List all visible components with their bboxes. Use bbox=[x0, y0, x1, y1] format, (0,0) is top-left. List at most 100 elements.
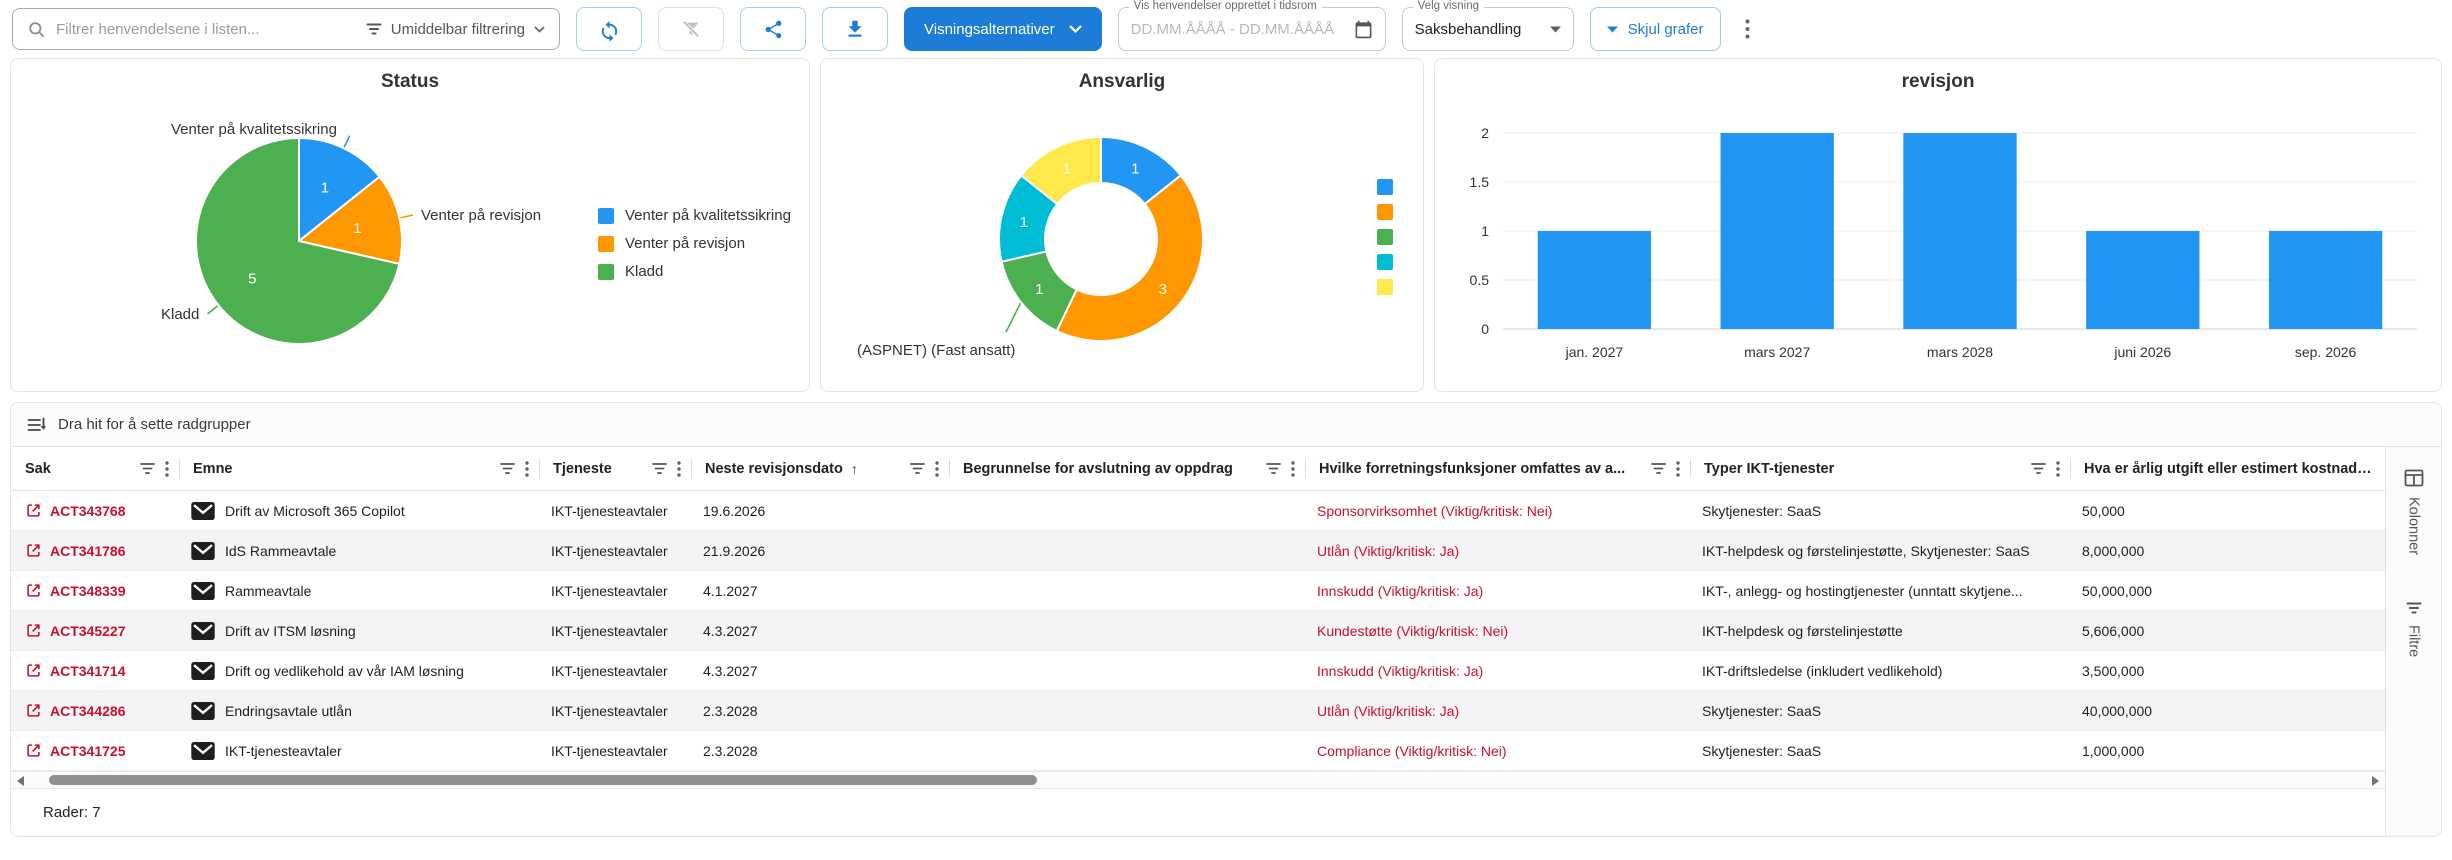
more-options-button[interactable] bbox=[1737, 13, 1758, 45]
cell-typer-ikt: IKT-helpdesk og førstelinjestøtte, Skytj… bbox=[1702, 542, 2030, 559]
cell-sak: ACT341714 bbox=[11, 651, 179, 690]
filter-icon[interactable] bbox=[1651, 462, 1666, 475]
table-row[interactable]: ACT345227 Drift av ITSM løsning IKT-tjenes… bbox=[11, 611, 2385, 651]
calendar-icon[interactable] bbox=[1354, 20, 1373, 39]
horizontal-scrollbar[interactable] bbox=[11, 771, 2385, 788]
search-filter-group[interactable]: Umiddelbar filtrering bbox=[12, 8, 560, 50]
refresh-button[interactable] bbox=[576, 7, 642, 51]
share-button[interactable] bbox=[740, 7, 806, 51]
legend-swatch bbox=[1377, 254, 1393, 270]
column-header-forretningsfunksjoner[interactable]: Hvilke forretningsfunksjoner omfattes av… bbox=[1305, 447, 1690, 490]
envelope-icon bbox=[191, 581, 215, 600]
filter-icon[interactable] bbox=[910, 462, 925, 475]
envelope-icon bbox=[191, 661, 215, 680]
svg-text:0.5: 0.5 bbox=[1470, 272, 1490, 288]
case-link[interactable]: ACT341714 bbox=[50, 663, 126, 679]
external-link-icon bbox=[27, 624, 40, 637]
cell-neste-revisjonsdato: 2.3.2028 bbox=[703, 702, 758, 719]
kebab-icon[interactable] bbox=[2056, 460, 2060, 477]
bar-sep. 2026 bbox=[2268, 231, 2383, 329]
column-header-begrunnelse[interactable]: Begrunnelse for avslutning av oppdrag bbox=[949, 447, 1305, 490]
legend-item[interactable] bbox=[1377, 229, 1404, 245]
case-link[interactable]: ACT343768 bbox=[50, 503, 126, 519]
table-body: ACT343768 Drift av Microsoft 365 Copilot I… bbox=[11, 491, 2385, 771]
legend-item[interactable] bbox=[1377, 204, 1404, 220]
kebab-icon[interactable] bbox=[1291, 460, 1295, 477]
legend-item[interactable]: Venter på kvalitetssikring bbox=[598, 207, 791, 224]
bar-mars 2027 bbox=[1720, 133, 1834, 329]
legend-item[interactable]: Venter på revisjon bbox=[598, 235, 791, 252]
tab-kolonner[interactable]: Kolonner bbox=[2404, 469, 2424, 555]
view-options-label: Visningsalternativer bbox=[924, 20, 1055, 38]
kebab-icon[interactable] bbox=[935, 460, 939, 477]
external-link-icon bbox=[27, 584, 40, 597]
scrollbar-thumb[interactable] bbox=[49, 775, 1037, 785]
cell-emne: IKT-tjenesteavtaler bbox=[179, 731, 539, 770]
view-select[interactable]: Velg visning Saksbehandling bbox=[1401, 0, 1574, 51]
triangle-down-icon bbox=[1606, 26, 1618, 32]
legend-label: Venter på revisjon bbox=[625, 235, 746, 252]
column-header-tjeneste[interactable]: Tjeneste bbox=[539, 447, 691, 490]
table-row[interactable]: ACT341714 Drift og vedlikehold av vår IAM… bbox=[11, 651, 2385, 691]
legend-item[interactable] bbox=[1377, 279, 1404, 295]
filter-icon[interactable] bbox=[2031, 462, 2046, 475]
cell-arlig-utgift: 1,000,000 bbox=[2082, 742, 2145, 759]
filter-icon[interactable] bbox=[652, 462, 667, 475]
case-link[interactable]: ACT345227 bbox=[50, 623, 126, 639]
scroll-left-arrow-icon[interactable] bbox=[17, 776, 24, 786]
table-row[interactable]: ACT341725 IKT-tjenesteavtaler IKT-tjeneste… bbox=[11, 731, 2385, 771]
cell-emne: IdS Rammeavtale bbox=[179, 531, 539, 570]
filter-icon[interactable] bbox=[1266, 462, 1281, 475]
download-button[interactable] bbox=[822, 7, 888, 51]
filter-lines-icon bbox=[366, 23, 382, 35]
column-header-arlig-utgift[interactable]: Hva er årlig utgift eller estimert kostn… bbox=[2070, 447, 2385, 490]
hide-charts-button[interactable]: Skjul grafer bbox=[1589, 7, 1721, 51]
column-header-neste-revisjonsdato[interactable]: Neste revisjonsdato ↑ bbox=[691, 447, 949, 490]
row-group-dropzone[interactable]: Dra hit for å sette radgrupper bbox=[11, 403, 2441, 447]
filter-mode-dropdown[interactable]: Umiddelbar filtrering bbox=[366, 21, 545, 38]
legend-item[interactable] bbox=[1377, 179, 1404, 195]
view-select-value: Saksbehandling bbox=[1414, 20, 1522, 38]
kebab-icon[interactable] bbox=[677, 460, 681, 477]
cell-arlig-utgift: 5,606,000 bbox=[2082, 622, 2145, 639]
column-header-typer-ikt[interactable]: Typer IKT-tjenester bbox=[1690, 447, 2070, 490]
case-link[interactable]: ACT341725 bbox=[50, 743, 126, 759]
chevron-down-icon bbox=[534, 25, 545, 33]
kebab-icon[interactable] bbox=[1676, 460, 1680, 477]
cell-begrunnelse bbox=[949, 531, 1305, 570]
svg-text:jan. 2027: jan. 2027 bbox=[1565, 344, 1624, 360]
legend-swatch bbox=[1377, 179, 1393, 195]
case-link[interactable]: ACT341786 bbox=[50, 543, 126, 559]
case-link[interactable]: ACT344286 bbox=[50, 703, 126, 719]
column-header-emne[interactable]: Emne bbox=[179, 447, 539, 490]
donut-callout-aspnet: (ASPNET) (Fast ansatt) bbox=[857, 342, 1016, 359]
kebab-icon[interactable] bbox=[525, 460, 529, 477]
cell-emne: Rammeavtale bbox=[179, 571, 539, 610]
toolbar: Umiddelbar filtrering Visningsalternativ… bbox=[0, 0, 2452, 58]
column-header-sak[interactable]: Sak bbox=[11, 447, 179, 490]
table-row[interactable]: ACT343768 Drift av Microsoft 365 Copilot I… bbox=[11, 491, 2385, 531]
date-range-field[interactable]: Vis henvendelser opprettet i tidsrom bbox=[1117, 0, 1386, 51]
cell-tjeneste: IKT-tjenesteavtaler bbox=[551, 702, 668, 719]
kebab-icon[interactable] bbox=[165, 460, 169, 477]
case-link[interactable]: ACT348339 bbox=[50, 583, 126, 599]
tab-filtre[interactable]: Filtre bbox=[2406, 601, 2422, 657]
legend-item[interactable] bbox=[1377, 254, 1404, 270]
search-input[interactable] bbox=[56, 20, 356, 38]
legend-item[interactable]: Kladd bbox=[598, 263, 791, 280]
view-select-label: Velg visning bbox=[1412, 0, 1485, 12]
cell-sak: ACT341725 bbox=[11, 731, 179, 770]
view-options-button[interactable]: Visningsalternativer bbox=[904, 7, 1102, 51]
sort-asc-icon[interactable]: ↑ bbox=[851, 461, 858, 477]
table-row[interactable]: ACT341786 IdS Rammeavtale IKT-tjenesteavta… bbox=[11, 531, 2385, 571]
cell-neste-revisjonsdato: 2.3.2028 bbox=[703, 742, 758, 759]
date-range-input[interactable] bbox=[1130, 20, 1346, 38]
svg-text:1: 1 bbox=[1020, 214, 1028, 231]
scroll-right-arrow-icon[interactable] bbox=[2372, 776, 2379, 786]
table-row[interactable]: ACT344286 Endringsavtale utlån IKT-tjenest… bbox=[11, 691, 2385, 731]
cell-arlig-utgift: 50,000,000 bbox=[2082, 582, 2153, 599]
filter-icon[interactable] bbox=[500, 462, 515, 475]
filter-icon[interactable] bbox=[140, 462, 155, 475]
table-row[interactable]: ACT348339 Rammeavtale IKT-tjenesteavtaler 4… bbox=[11, 571, 2385, 611]
cell-typer-ikt: Skytjenester: SaaS bbox=[1702, 702, 1822, 719]
